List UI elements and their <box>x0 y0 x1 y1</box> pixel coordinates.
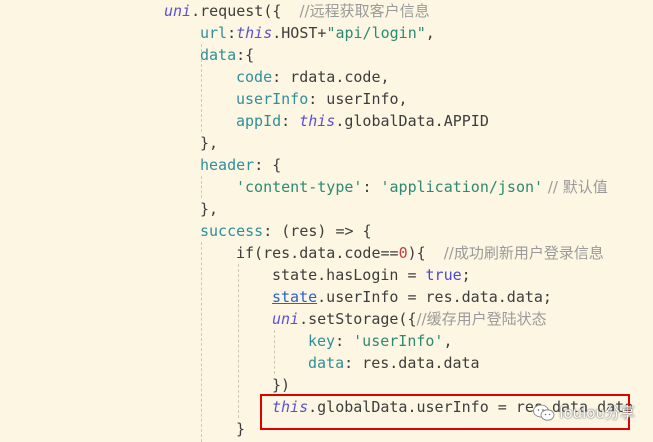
code-line: userInfo: userInfo, <box>0 88 653 110</box>
code-token: code <box>236 68 273 86</box>
code-line: uni.setStorage({//缓存用户登陆状态 <box>0 308 653 330</box>
code-token: ){ <box>407 244 444 262</box>
code-token: .request({ <box>191 2 300 20</box>
code-token: .userInfo = res.data.data; <box>317 288 552 306</box>
code-token: : <box>362 178 381 196</box>
code-token: } <box>236 420 246 438</box>
code-token: : <box>335 332 354 350</box>
code-token: this <box>299 112 336 130</box>
code-token: }) <box>272 376 291 394</box>
code-token: : rdata.code, <box>272 68 390 86</box>
code-line: state.hasLogin = true; <box>0 264 653 286</box>
code-string: 'content-type' <box>236 178 363 196</box>
code-token: : { <box>254 156 282 174</box>
code-line: data:{ <box>0 44 653 66</box>
code-token: }, <box>200 200 219 218</box>
code-line: uni.request({ //远程获取客户信息 <box>0 0 653 22</box>
code-token: url <box>200 24 228 42</box>
code-token: }, <box>200 134 219 152</box>
code-token: data <box>308 354 345 372</box>
code-token: .globalData.APPID <box>335 112 489 130</box>
code-line: code: rdata.code, <box>0 66 653 88</box>
code-token: .HOST+ <box>272 24 327 42</box>
code-number: 0 <box>398 244 408 262</box>
watermark-label: loulou分享 <box>559 404 635 422</box>
code-line: }, <box>0 132 653 154</box>
watermark: loulou分享 <box>533 402 635 423</box>
code-token: this <box>236 24 273 42</box>
code-token: : <box>281 112 300 130</box>
code-token: state <box>272 288 318 306</box>
code-token: data <box>200 46 237 64</box>
wechat-icon <box>533 404 555 422</box>
code-token: , <box>425 24 435 42</box>
code-token: success <box>200 222 264 240</box>
code-token: state.hasLogin = <box>272 266 426 284</box>
code-token: if(res.data.code== <box>236 244 399 262</box>
code-token: , <box>443 332 453 350</box>
code-token: key <box>308 332 336 350</box>
code-line: data: res.data.data <box>0 352 653 374</box>
code-token: userInfo <box>236 90 309 108</box>
code-line: if(res.data.code==0){ //成功刷新用户登录信息 <box>0 242 653 264</box>
code-comment: //缓存用户登陆状态 <box>416 310 547 328</box>
code-line: }) <box>0 374 653 396</box>
code-line: }, <box>0 198 653 220</box>
code-string: "api/login" <box>326 24 426 42</box>
code-token: uni <box>164 2 192 20</box>
code-line: appId: this.globalData.APPID <box>0 110 653 132</box>
code-line: header: { <box>0 154 653 176</box>
code-token: : <box>227 24 237 42</box>
code-line: success: (res) => { <box>0 220 653 242</box>
code-comment: //成功刷新用户登录信息 <box>443 244 604 262</box>
code-string: 'application/json' <box>380 178 544 196</box>
code-token: ; <box>461 266 471 284</box>
code-comment: // 默认值 <box>543 178 608 196</box>
code-token: : userInfo, <box>308 90 408 108</box>
code-line: url:this.HOST+"api/login", <box>0 22 653 44</box>
code-token: true <box>425 266 462 284</box>
code-token: :{ <box>236 46 255 64</box>
code-line: 'content-type': 'application/json' // 默认… <box>0 176 653 198</box>
code-token: : (res) => { <box>263 222 372 240</box>
code-token: uni <box>272 310 300 328</box>
code-token: .setStorage({ <box>299 310 417 328</box>
code-token: appId <box>236 112 282 130</box>
code-string: 'userInfo' <box>353 332 444 350</box>
code-token: : res.data.data <box>344 354 480 372</box>
code-line: key: 'userInfo', <box>0 330 653 352</box>
code-line: state.userInfo = res.data.data; <box>0 286 653 308</box>
code-comment: //远程获取客户信息 <box>299 2 430 20</box>
code-token: header <box>200 156 255 174</box>
code-editor[interactable]: uni.request({ //远程获取客户信息 url:this.HOST+"… <box>0 0 653 442</box>
